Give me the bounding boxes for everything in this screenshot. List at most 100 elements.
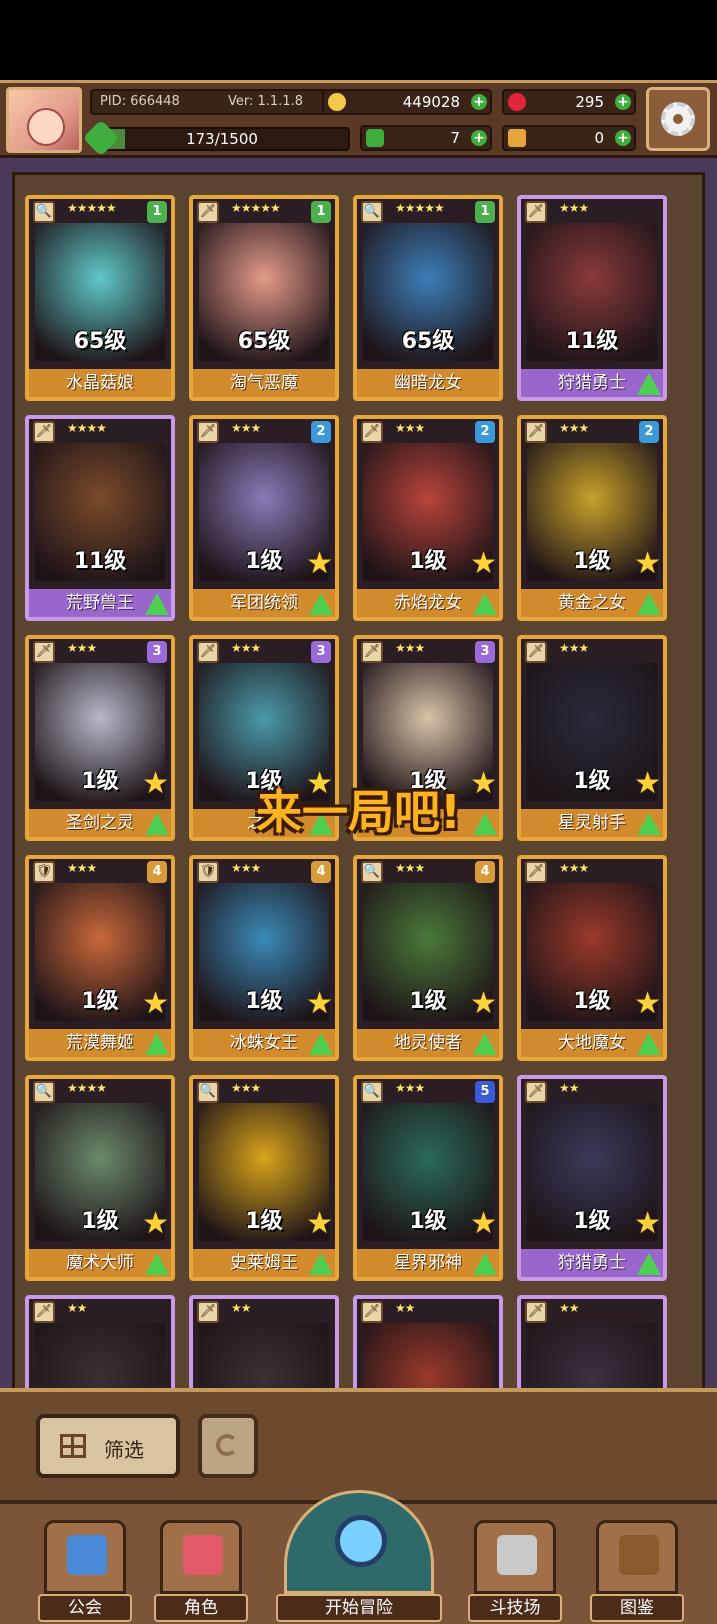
star-upgrade-icon: ★ [470,986,497,1021]
version-label: Ver: 1.1.1.8 [228,94,303,109]
hero-card[interactable]: 🗡 ★★★ 1级 ★ 大地魔女 [517,855,667,1061]
level-up-arrow-icon [309,1033,333,1055]
hero-card[interactable]: 🔍 ★★★★★ 1 65级 水晶菇娘 [25,195,175,401]
hero-level: 65级 [401,329,455,354]
hero-role-icon: 🗡 [33,1301,55,1323]
hero-portrait [527,1323,657,1388]
hero-star-rating: ★★★ [231,1081,261,1095]
hero-card[interactable]: 🔍 ★★★ 4 1级 ★ 地灵使者 [353,855,503,1061]
clover-value: 7 [450,129,460,147]
refresh-icon [216,1434,238,1456]
hero-tier-badge: 2 [639,421,659,443]
hero-star-rating: ★★★★★ [395,201,445,215]
play-prompt-text: 来一局吧! [256,785,461,839]
hero-role-icon: 🗡 [525,201,547,223]
player-avatar[interactable] [6,87,82,153]
hero-tier-badge: 1 [147,201,167,223]
hero-card[interactable]: 🔍 ★★★ 1级 ★ 史莱姆王 [189,1075,339,1281]
hero-card[interactable]: 🗡 ★★ 1级 ★ 狩猎勇士 [517,1075,667,1281]
hero-role-icon: 🗡 [197,1301,219,1323]
hero-card[interactable]: 🗡 ★★★ 11级 狩猎勇士 [517,195,667,401]
magnifier-map-icon [335,1515,387,1567]
hero-card[interactable]: 🔍 ★★★★★ 1 65级 幽暗龙女 [353,195,503,401]
filter-grid-icon [60,1434,86,1458]
hero-card[interactable]: 🗡 ★★ [353,1295,503,1388]
settings-button[interactable] [646,87,710,151]
add-gem-button[interactable]: + [615,94,631,110]
nav-codex-label: 图鉴 [590,1594,684,1622]
clover-icon [366,129,384,147]
add-clover-button[interactable]: + [471,130,487,146]
hero-star-rating: ★★ [559,1081,579,1095]
hero-name: 淘气恶魔 [193,369,335,397]
level-up-arrow-icon [145,1253,169,1275]
hero-card[interactable]: 🗡 ★★ [25,1295,175,1388]
hero-role-icon: 🔍 [33,201,55,223]
hero-card[interactable]: 🛡 ★★★ 4 1级 ★ 冰蛛女王 [189,855,339,1061]
hero-card[interactable]: 🗡 ★★★ 2 1级 ★ 赤焰龙女 [353,415,503,621]
hero-role-icon: 🗡 [197,421,219,443]
hero-card[interactable]: 🗡 ★★★ 2 1级 ★ 黄金之女 [517,415,667,621]
filter-label: 筛选 [104,1438,144,1462]
star-upgrade-icon: ★ [306,1206,333,1241]
avatar-face [27,108,65,146]
level-up-arrow-icon [145,593,169,615]
hero-level: 65级 [237,329,291,354]
hero-tier-badge: 2 [475,421,495,443]
hero-portrait [199,1323,329,1388]
bottom-panel: 筛选 公会 角色 开始冒险 斗技场 图鉴 [0,1388,717,1624]
hero-card[interactable]: 🛡 ★★★ 4 1级 ★ 荒漠舞姬 [25,855,175,1061]
reset-filter-button[interactable] [198,1414,258,1478]
hero-star-rating: ★★★ [67,861,97,875]
hero-star-rating: ★★★★★ [231,201,281,215]
hero-card[interactable]: 🗡 ★★ [189,1295,339,1388]
hero-name: 幽暗龙女 [357,369,499,397]
hero-role-icon: 🗡 [361,421,383,443]
hero-collection: 🔍 ★★★★★ 1 65级 水晶菇娘 🗡 ★★★★★ 1 65级 淘气恶魔 🔍 ★★★★★ 1 65级 幽暗… [0,158,717,1388]
hero-card[interactable]: 🗡 ★★★★ 11级 荒野兽王 [25,415,175,621]
hero-tier-badge: 1 [475,201,495,223]
hero-card[interactable]: 🗡 ★★★ 2 1级 ★ 军团统领 [189,415,339,621]
star-upgrade-icon: ★ [470,1206,497,1241]
status-bar-area [0,0,717,80]
energy-bar: 173/1500 [94,127,350,151]
level-up-arrow-icon [637,1253,661,1275]
nav-characters-label: 角色 [154,1594,248,1622]
hero-star-rating: ★★ [231,1301,251,1315]
hero-card[interactable]: 🗡 ★★ [517,1295,667,1388]
filter-button[interactable]: 筛选 [36,1414,180,1478]
hero-tier-badge: 4 [147,861,167,883]
hero-role-icon: 🛡 [197,861,219,883]
hero-star-rating: ★★★ [231,861,261,875]
hero-star-rating: ★★ [395,1301,415,1315]
hero-card[interactable]: 🗡 ★★★★★ 1 65级 淘气恶魔 [189,195,339,401]
hero-level: 65级 [73,329,127,354]
hero-star-rating: ★★★ [67,641,97,655]
hero-star-rating: ★★★ [395,421,425,435]
clover-counter: 7 + [360,125,492,151]
nav-start-adventure-tile [284,1490,434,1594]
pid-label: PID: 666448 [100,94,180,109]
hero-star-rating: ★★★ [231,421,261,435]
hero-role-icon: 🔍 [33,1081,55,1103]
character-face-icon [183,1535,223,1575]
hero-level: 11级 [565,329,619,354]
hero-role-icon: 🗡 [361,641,383,663]
hero-star-rating: ★★★ [395,861,425,875]
level-up-arrow-icon [309,593,333,615]
add-gold-button[interactable]: + [471,94,487,110]
nav-guild-tile [44,1520,126,1594]
add-key-button[interactable]: + [615,130,631,146]
star-upgrade-icon: ★ [634,546,661,581]
star-upgrade-icon: ★ [306,986,333,1021]
hero-portrait [363,1323,493,1388]
hero-card[interactable]: 🔍 ★★★★ 1级 ★ 魔术大师 [25,1075,175,1281]
level-up-arrow-icon [473,593,497,615]
hero-star-rating: ★★★★ [67,421,107,435]
crossed-swords-icon [497,1535,537,1575]
hero-star-rating: ★★★★ [67,1081,107,1095]
guild-house-icon [67,1535,107,1575]
hero-card[interactable]: 🔍 ★★★ 5 1级 ★ 星界邪神 [353,1075,503,1281]
star-upgrade-icon: ★ [634,1206,661,1241]
hero-star-rating: ★★ [559,1301,579,1315]
